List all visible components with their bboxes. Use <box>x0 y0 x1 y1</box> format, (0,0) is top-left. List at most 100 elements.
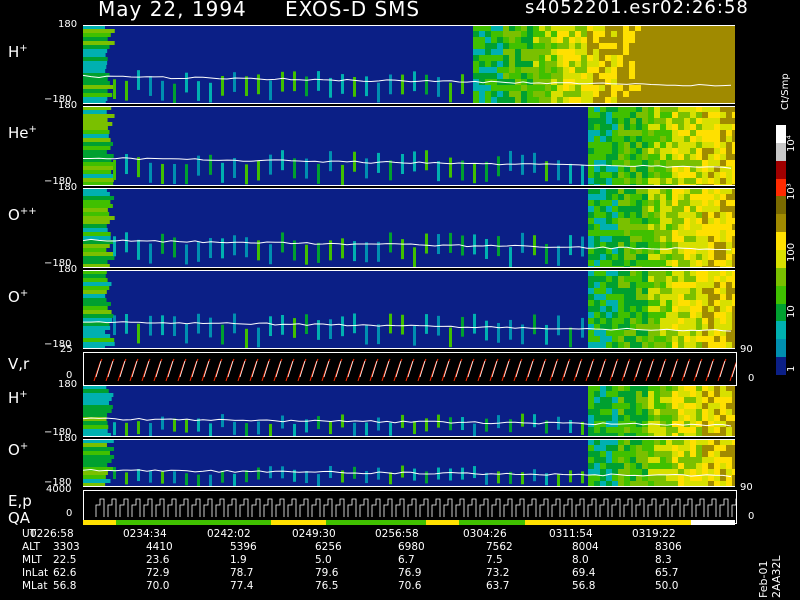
footer-cell: 50.0 <box>655 580 679 592</box>
spectrogram-panel-1 <box>83 25 735 104</box>
colorbar-segment <box>776 267 786 287</box>
footer-cell: 7.5 <box>486 554 503 566</box>
footer-cell: 0304:26 <box>463 528 507 540</box>
plot-date: May 22, 1994 <box>98 0 247 21</box>
plot-file: s4052201.esr <box>525 0 661 18</box>
footer-row-label: InLat <box>22 567 49 579</box>
ep-right-bot: 0 <box>748 511 755 522</box>
footer-cell: 8.0 <box>572 554 589 566</box>
colorbar-unit: Ct/Smp <box>780 73 791 110</box>
footer-cell: 5396 <box>230 541 257 553</box>
vr-right-top: 90 <box>740 344 753 355</box>
ep-right-top: 90 <box>740 482 753 493</box>
footer-cell: 73.2 <box>486 567 510 579</box>
colorbar <box>776 125 786 376</box>
panel-tick-top-1: 180 <box>58 19 78 30</box>
panel-tick-top-3: 180 <box>58 182 78 193</box>
colorbar-segment <box>776 303 786 322</box>
footer-cell: 4410 <box>146 541 173 553</box>
footer-cell: 0242:02 <box>207 528 251 540</box>
colorbar-tick-1e3: 10³ <box>786 183 797 200</box>
ep-plot <box>95 498 736 517</box>
footer-cell: 65.7 <box>655 567 679 579</box>
footer-cell: 7562 <box>486 541 513 553</box>
colorbar-segment <box>776 142 786 162</box>
footer-cell: 63.7 <box>486 580 510 592</box>
footer-side-text: Feb-01 2AA32L <box>757 555 783 598</box>
footer-cell: 6.7 <box>398 554 415 566</box>
plot-instrument: EXOS-D SMS <box>285 0 421 21</box>
colorbar-tick-1e4: 10⁴ <box>786 135 797 152</box>
colorbar-tick-10: 10 <box>786 305 797 318</box>
qa-strip <box>83 520 736 525</box>
footer-cell: 56.8 <box>53 580 77 592</box>
ep-panel <box>83 490 737 524</box>
panel-tick-bot-6: −180 <box>44 477 72 488</box>
footer-cell: 22.5 <box>53 554 77 566</box>
footer-row-label: MLat <box>22 580 48 592</box>
colorbar-segment <box>776 339 786 358</box>
spectrogram-panel-2 <box>83 106 735 186</box>
panel-label-6: O+ <box>8 441 29 459</box>
vr-panel <box>83 352 737 386</box>
colorbar-segment <box>776 357 786 376</box>
panel-label-1: H+ <box>8 42 28 61</box>
footer-row-label: MLT <box>22 554 42 566</box>
ep-tick-bot: 0 <box>66 508 73 519</box>
panel-label-4: O+ <box>8 287 29 306</box>
footer-cell: 0256:58 <box>375 528 419 540</box>
spectrogram-panel-4 <box>83 270 735 349</box>
colorbar-segment <box>776 178 786 197</box>
colorbar-tick-1: 1 <box>786 365 797 372</box>
footer-cell: 23.6 <box>146 554 170 566</box>
footer-cell: 76.9 <box>398 567 422 579</box>
footer-cell: 0226:58 <box>30 528 74 540</box>
footer-cell: 5.0 <box>315 554 332 566</box>
panel-tick-top-6: 180 <box>58 433 78 444</box>
spectrogram-panel-3 <box>83 188 735 268</box>
vr-label: V,r <box>8 355 30 373</box>
plot-time: 02:26:58 <box>660 0 749 18</box>
spectrogram-panel-5 <box>83 385 735 437</box>
panel-tick-top-5: 180 <box>58 379 78 390</box>
footer-cell: 70.0 <box>146 580 170 592</box>
colorbar-segment <box>776 196 786 215</box>
footer-cell: 69.4 <box>572 567 596 579</box>
footer-cell: 0319:22 <box>632 528 676 540</box>
spectrogram-panel-6 <box>83 439 735 487</box>
footer-cell: 77.4 <box>230 580 254 592</box>
colorbar-segment <box>776 285 786 305</box>
colorbar-segment <box>776 250 786 269</box>
vr-plot <box>93 358 736 382</box>
panel-tick-bot-4: −180 <box>44 339 72 350</box>
footer-cell: 1.9 <box>230 554 247 566</box>
footer-cell: 76.5 <box>315 580 339 592</box>
footer-cell: 0234:34 <box>123 528 167 540</box>
colorbar-segment <box>776 125 786 144</box>
panel-label-2: He+ <box>8 124 37 142</box>
footer-cell: 8306 <box>655 541 682 553</box>
footer-cell: 79.6 <box>315 567 339 579</box>
panel-label-3: O++ <box>8 206 37 224</box>
colorbar-segment <box>776 232 786 251</box>
footer-cell: 3303 <box>53 541 80 553</box>
footer-cell: 0249:30 <box>292 528 336 540</box>
panel-tick-top-4: 180 <box>58 264 78 275</box>
ep-label: E,p <box>8 492 32 510</box>
footer-cell: 56.8 <box>572 580 596 592</box>
footer-cell: 62.6 <box>53 567 77 579</box>
footer-cell: 72.9 <box>146 567 170 579</box>
colorbar-tick-100: 100 <box>786 242 797 262</box>
footer-cell: 70.6 <box>398 580 422 592</box>
footer-row-label: ALT <box>22 541 41 553</box>
footer-cell: 0311:54 <box>549 528 593 540</box>
footer-cell: 6256 <box>315 541 342 553</box>
vr-right-bot: 0 <box>748 373 755 384</box>
footer-cell: 8.3 <box>655 554 672 566</box>
colorbar-segment <box>776 160 786 180</box>
panel-tick-top-2: 180 <box>58 100 78 111</box>
footer-cell: 78.7 <box>230 567 254 579</box>
footer-cell: 6980 <box>398 541 425 553</box>
panel-label-5: H+ <box>8 389 28 407</box>
colorbar-segment <box>776 214 786 233</box>
